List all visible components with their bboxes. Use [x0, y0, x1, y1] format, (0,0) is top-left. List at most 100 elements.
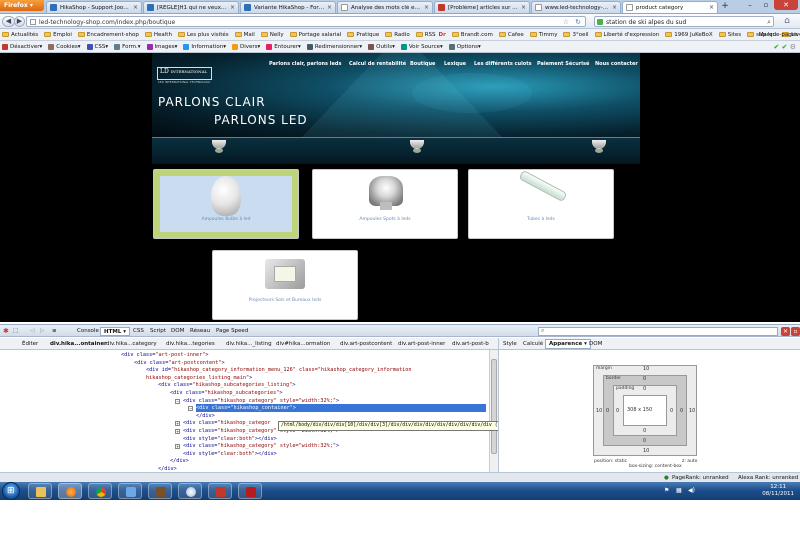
webdev-menu-item[interactable]: Voir Source ▾	[400, 43, 443, 50]
tab-dom[interactable]: DOM	[171, 327, 184, 336]
expand-icon[interactable]: +	[175, 444, 180, 450]
check-icon[interactable]: ✔	[782, 43, 788, 51]
category-name[interactable]: Ampoules Bulbe à led	[154, 217, 298, 222]
close-icon[interactable]: ×	[521, 4, 526, 11]
tab-html[interactable]: HTML ▾	[100, 327, 131, 336]
bookmark-item[interactable]: Encadrement-shop	[77, 32, 139, 38]
webdev-menu-item[interactable]: Information ▾	[183, 43, 226, 50]
close-icon[interactable]: ×	[133, 4, 138, 11]
bookmark-item[interactable]: Radio	[385, 32, 410, 38]
site-menu-culots[interactable]: Les différents culots	[474, 61, 532, 67]
close-icon[interactable]: ×	[424, 4, 429, 11]
padding-left-value[interactable]: 0	[616, 408, 619, 414]
html-node[interactable]: <div class="hikashop_categor	[183, 420, 270, 427]
taskbar-network[interactable]	[118, 483, 142, 499]
firebug-search-input[interactable]: ⌕	[538, 327, 778, 336]
tab-regle-h1[interactable]: [RÉGLÉ]H1 qui ne veux pas ...×	[143, 1, 239, 13]
tab-console[interactable]: Console	[77, 327, 99, 336]
bookmark-item[interactable]: Portage salarial	[289, 32, 341, 38]
webdev-menu-item[interactable]: Entourer ▾	[266, 43, 301, 50]
minimize-button[interactable]: –	[742, 0, 758, 10]
crumb-hikashop-container[interactable]: div.hika...ontainer	[50, 340, 107, 348]
html-node[interactable]: </div>	[196, 413, 215, 420]
taskbar-app[interactable]	[148, 483, 172, 499]
search-icon[interactable]: ⌕	[767, 17, 771, 27]
bookmark-item[interactable]: 1969 JuKeBoX	[665, 32, 713, 38]
network-tray-icon[interactable]: ▦	[676, 487, 682, 495]
tab-page-speed[interactable]: Page Speed	[216, 327, 248, 336]
tab-led-technology-shop[interactable]: www.led-technology-shop....×	[531, 1, 621, 13]
crumb-hikashop-listing[interactable]: div.hika..._listing	[226, 340, 272, 348]
new-tab-button[interactable]: +	[720, 1, 730, 12]
html-node[interactable]: </div>	[170, 458, 189, 465]
bookmark-item[interactable]: Les plus visités	[177, 32, 229, 38]
bookmark-item[interactable]: Pratique	[347, 32, 379, 38]
firebug-detach-icon[interactable]: ▫	[791, 327, 800, 336]
tab-script[interactable]: Script	[150, 327, 166, 336]
padding-right-value[interactable]: 0	[670, 408, 673, 414]
bookmark-item[interactable]: Cafee	[498, 32, 524, 38]
edit-button[interactable]: Éditer	[22, 340, 38, 348]
site-menu-paiement[interactable]: Paiement Sécurisé	[537, 61, 589, 67]
close-window-button[interactable]: ✕	[774, 0, 798, 10]
margin-left-value[interactable]: 10	[596, 408, 602, 414]
taskbar-itunes[interactable]	[178, 483, 202, 499]
site-logo[interactable]: LD INTERNATIONAL	[157, 67, 212, 80]
collapse-icon[interactable]: −	[188, 406, 193, 412]
close-icon[interactable]: ×	[612, 4, 617, 11]
crumb-art-post-b[interactable]: div.art-post-b	[452, 340, 489, 348]
site-menu-lexique[interactable]: Lexique	[444, 61, 466, 67]
margin-right-value[interactable]: 10	[689, 408, 695, 414]
html-node[interactable]: <div class="art-postcontent">	[134, 360, 225, 367]
category-card-bulbe[interactable]: Ampoules Bulbe à led	[153, 169, 299, 239]
firefox-menu-button[interactable]: Firefox ▾	[0, 0, 44, 11]
category-card-projecteurs[interactable]: Projecteurs Sols et Bureaux leds	[212, 250, 358, 320]
panel-menu-icon[interactable]: ≡	[52, 327, 57, 336]
html-panel-scrollbar[interactable]	[489, 350, 498, 472]
html-node-selected[interactable]: <div class="hikashop_container">	[196, 405, 296, 412]
category-name[interactable]: Ampoules Spots à leds	[313, 217, 457, 222]
taskbar-explorer[interactable]	[28, 483, 52, 499]
webdev-menu-item[interactable]: Redimensionner ▾	[306, 43, 362, 50]
category-card-tubes[interactable]: Tubes à leds	[468, 169, 614, 239]
close-icon[interactable]: ×	[709, 4, 714, 11]
border-left-value[interactable]: 0	[606, 408, 609, 414]
html-node[interactable]: hikashop_categories_listing_main">	[146, 375, 252, 382]
gear-icon[interactable]: ⚙	[790, 43, 796, 51]
url-bar[interactable]: led-technology-shop.com/index.php/boutiq…	[26, 16, 586, 27]
bookmark-item[interactable]: Sites	[718, 32, 741, 38]
check-icon[interactable]: ✔	[774, 43, 780, 51]
html-node[interactable]: <div style="clear:both"></div>	[183, 451, 277, 458]
expand-icon[interactable]: +	[175, 421, 180, 427]
taskbar-firefox[interactable]	[58, 483, 82, 499]
category-name[interactable]: Tubes à leds	[469, 217, 613, 222]
crumb-art-postcontent[interactable]: div.art-postcontent	[340, 340, 392, 348]
forward-button[interactable]: ▶	[14, 16, 25, 27]
taskbar-media[interactable]	[208, 483, 232, 499]
tab-variante-hikashop[interactable]: Variante HikaShop - Formati...×	[240, 1, 336, 13]
margin-top-value[interactable]: 10	[643, 366, 649, 372]
html-node[interactable]: <div class="hikashop_subcategories_listi…	[158, 382, 295, 389]
crumb-hikashop-category[interactable]: div.hika...category	[106, 340, 157, 348]
bookmark-item[interactable]: Brandt.com	[451, 32, 493, 38]
side-tab-style[interactable]: Style	[503, 340, 517, 348]
inspect-icon[interactable]: ⬚	[13, 327, 18, 336]
category-name[interactable]: Projecteurs Sols et Bureaux leds	[213, 298, 357, 303]
flag-icon[interactable]: ⚑	[664, 487, 669, 495]
side-tab-apparence[interactable]: Apparence ▾	[545, 339, 591, 349]
webdev-menu-item[interactable]: Form. ▾	[114, 43, 141, 50]
bookmark-item[interactable]: Actualités	[2, 32, 38, 38]
reload-icon[interactable]: ↻	[575, 17, 581, 27]
site-menu-boutique[interactable]: Boutique	[410, 61, 435, 67]
webdev-menu-item[interactable]: Images ▾	[146, 43, 177, 50]
bookmark-item[interactable]: Timmy	[529, 32, 557, 38]
tab-probleme-articles[interactable]: [Problème] articles sur hikas...×	[434, 1, 530, 13]
content-size-value[interactable]: 308 x 150	[627, 407, 652, 413]
bookmark-item[interactable]: Mail	[234, 32, 255, 38]
side-tab-dom[interactable]: DOM	[589, 340, 602, 348]
expand-icon[interactable]: +	[175, 429, 180, 434]
taskbar-chrome[interactable]	[88, 483, 112, 499]
webdev-menu-item[interactable]: Options ▾	[448, 43, 481, 50]
maximize-button[interactable]: ▫	[758, 0, 774, 10]
forward-icon[interactable]: ▷	[40, 327, 44, 336]
